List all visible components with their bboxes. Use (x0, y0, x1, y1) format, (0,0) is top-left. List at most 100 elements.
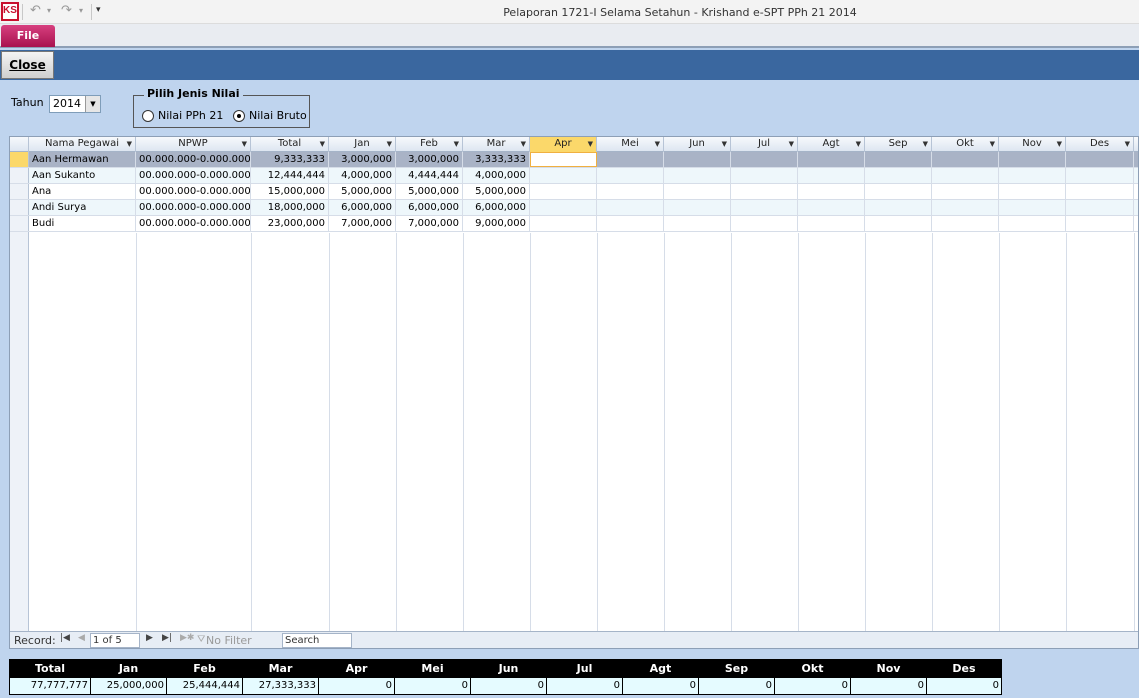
table-row[interactable]: Aan Sukanto 00.000.000-0.000.000 12,444,… (10, 168, 1138, 184)
cell-total[interactable]: 12,444,444 (251, 168, 329, 183)
chevron-down-icon[interactable]: ▼ (320, 137, 325, 151)
chevron-down-icon[interactable]: ▼ (454, 137, 459, 151)
table-row[interactable]: Aan Hermawan 00.000.000-0.000.000 9,333,… (10, 152, 1138, 168)
cell-apr[interactable] (530, 184, 597, 199)
cell-jan[interactable]: 3,000,000 (329, 152, 396, 167)
cell-nama[interactable]: Budi (29, 216, 136, 231)
cell-okt[interactable] (932, 152, 999, 167)
first-record-icon[interactable]: |◀ (60, 633, 70, 643)
cell-npwp[interactable]: 00.000.000-0.000.000 (136, 216, 251, 231)
chevron-down-icon[interactable]: ▼ (85, 96, 100, 112)
column-header-total[interactable]: Total ▼ (251, 137, 329, 152)
chevron-down-icon[interactable]: ▼ (1057, 137, 1062, 151)
cell-mei[interactable] (597, 184, 664, 199)
column-header-jan[interactable]: Jan ▼ (329, 137, 396, 152)
cell-sep[interactable] (865, 216, 932, 231)
column-header-nama[interactable]: Nama Pegawai ▼ (29, 137, 136, 152)
close-button[interactable]: Close (1, 51, 54, 79)
radio-nilai-bruto[interactable] (233, 110, 245, 122)
chevron-down-icon[interactable]: ▼ (242, 137, 247, 151)
column-header-okt[interactable]: Okt ▼ (932, 137, 999, 152)
cell-nama[interactable]: Aan Hermawan (29, 152, 136, 167)
record-selector[interactable] (10, 184, 29, 199)
cell-des[interactable] (1066, 168, 1134, 183)
cell-nama[interactable]: Andi Surya (29, 200, 136, 215)
cell-feb[interactable]: 7,000,000 (396, 216, 463, 231)
column-header-npwp[interactable]: NPWP ▼ (136, 137, 251, 152)
cell-mar[interactable]: 4,000,000 (463, 168, 530, 183)
cell-jul[interactable] (731, 216, 798, 231)
cell-des[interactable] (1066, 216, 1134, 231)
cell-okt[interactable] (932, 168, 999, 183)
last-record-icon[interactable]: ▶| (162, 633, 172, 643)
record-selector[interactable] (10, 216, 29, 231)
cell-npwp[interactable]: 00.000.000-0.000.000 (136, 152, 251, 167)
chevron-down-icon[interactable]: ▼ (521, 137, 526, 151)
cell-mei[interactable] (597, 200, 664, 215)
cell-des[interactable] (1066, 184, 1134, 199)
cell-jan[interactable]: 4,000,000 (329, 168, 396, 183)
column-header-mei[interactable]: Mei ▼ (597, 137, 664, 152)
cell-npwp[interactable]: 00.000.000-0.000.000 (136, 168, 251, 183)
cell-agt[interactable] (798, 152, 865, 167)
redo-dropdown-icon[interactable]: ▾ (79, 6, 83, 15)
cell-feb[interactable]: 4,444,444 (396, 168, 463, 183)
cell-jan[interactable]: 6,000,000 (329, 200, 396, 215)
cell-jul[interactable] (731, 152, 798, 167)
record-selector[interactable] (10, 168, 29, 183)
radio-label-nilai-pph21[interactable]: Nilai PPh 21 (158, 109, 223, 122)
cell-jul[interactable] (731, 184, 798, 199)
search-input[interactable]: Search (282, 633, 352, 648)
cell-sep[interactable] (865, 168, 932, 183)
customize-toolbar-icon[interactable]: ▾ (96, 5, 101, 15)
record-selector[interactable] (10, 152, 29, 167)
next-record-icon[interactable]: ▶ (146, 633, 153, 643)
file-tab[interactable]: File (1, 25, 55, 47)
year-combo[interactable]: 2014 ▼ (49, 95, 101, 113)
cell-feb[interactable]: 5,000,000 (396, 184, 463, 199)
cell-mei[interactable] (597, 152, 664, 167)
cell-apr[interactable] (530, 216, 597, 231)
radio-label-nilai-bruto[interactable]: Nilai Bruto (249, 109, 307, 122)
chevron-down-icon[interactable]: ▼ (990, 137, 995, 151)
chevron-down-icon[interactable]: ▼ (1125, 137, 1130, 151)
chevron-down-icon[interactable]: ▼ (856, 137, 861, 151)
column-header-des[interactable]: Des ▼ (1066, 137, 1134, 152)
cell-total[interactable]: 23,000,000 (251, 216, 329, 231)
cell-nov[interactable] (999, 200, 1066, 215)
cell-nama[interactable]: Aan Sukanto (29, 168, 136, 183)
column-header-nov[interactable]: Nov ▼ (999, 137, 1066, 152)
column-header-mar[interactable]: Mar ▼ (463, 137, 530, 152)
cell-okt[interactable] (932, 184, 999, 199)
cell-apr[interactable] (530, 168, 597, 183)
table-row[interactable]: Ana 00.000.000-0.000.000 15,000,000 5,00… (10, 184, 1138, 200)
column-header-sep[interactable]: Sep ▼ (865, 137, 932, 152)
table-row[interactable]: Andi Surya 00.000.000-0.000.000 18,000,0… (10, 200, 1138, 216)
cell-jul[interactable] (731, 168, 798, 183)
column-header-agt[interactable]: Agt ▼ (798, 137, 865, 152)
chevron-down-icon[interactable]: ▼ (127, 137, 132, 151)
cell-mar[interactable]: 6,000,000 (463, 200, 530, 215)
cell-apr-focused[interactable] (530, 152, 597, 167)
cell-feb[interactable]: 3,000,000 (396, 152, 463, 167)
record-position-input[interactable]: 1 of 5 (90, 633, 140, 648)
cell-jun[interactable] (664, 216, 731, 231)
cell-feb[interactable]: 6,000,000 (396, 200, 463, 215)
cell-des[interactable] (1066, 152, 1134, 167)
cell-jun[interactable] (664, 152, 731, 167)
cell-nov[interactable] (999, 168, 1066, 183)
chevron-down-icon[interactable]: ▼ (923, 137, 928, 151)
cell-agt[interactable] (798, 216, 865, 231)
chevron-down-icon[interactable]: ▼ (387, 137, 392, 151)
chevron-down-icon[interactable]: ▼ (655, 137, 660, 151)
cell-nov[interactable] (999, 184, 1066, 199)
cell-agt[interactable] (798, 168, 865, 183)
cell-jun[interactable] (664, 184, 731, 199)
cell-mar[interactable]: 5,000,000 (463, 184, 530, 199)
chevron-down-icon[interactable]: ▼ (722, 137, 727, 151)
cell-mei[interactable] (597, 168, 664, 183)
cell-agt[interactable] (798, 184, 865, 199)
undo-icon[interactable]: ↶ (30, 3, 41, 18)
cell-mar[interactable]: 9,000,000 (463, 216, 530, 231)
cell-npwp[interactable]: 00.000.000-0.000.000 (136, 200, 251, 215)
